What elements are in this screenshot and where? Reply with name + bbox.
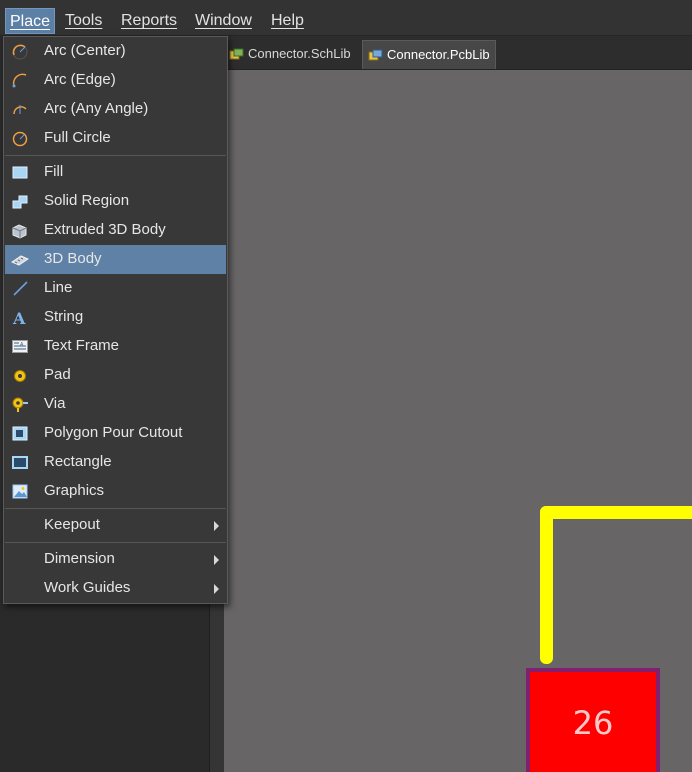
menu-item-graphics[interactable]: Graphics bbox=[5, 477, 226, 506]
menu-item-arc-edge[interactable]: Arc (Edge) bbox=[5, 66, 226, 95]
menu-item-rectangle[interactable]: Rectangle bbox=[5, 448, 226, 477]
menu-tools[interactable]: Tools bbox=[61, 8, 106, 34]
pad-icon bbox=[14, 370, 26, 382]
menu-item-full-circle[interactable]: Full Circle bbox=[5, 124, 226, 153]
menu-item-extruded-3d-body[interactable]: Extruded 3D Body bbox=[5, 216, 226, 245]
menu-item-label: String bbox=[44, 308, 84, 325]
polygon-pour-cutout-icon bbox=[12, 426, 28, 441]
menu-item-label: Rectangle bbox=[44, 453, 112, 470]
menu-separator bbox=[5, 155, 226, 156]
menu-item-label: Pad bbox=[44, 366, 71, 383]
menu-item-string[interactable]: A String bbox=[5, 303, 226, 332]
menu-item-polygon-pour-cutout[interactable]: Polygon Pour Cutout bbox=[5, 419, 226, 448]
menu-item-pad[interactable]: Pad bbox=[5, 361, 226, 390]
string-icon: A bbox=[12, 309, 26, 326]
place-menu-dropdown: Arc (Center) Arc (Edge) Arc (Any Angle) … bbox=[3, 36, 228, 604]
menu-item-label: Arc (Center) bbox=[44, 42, 126, 59]
menu-item-arc-center[interactable]: Arc (Center) bbox=[5, 37, 226, 66]
menu-window[interactable]: Window bbox=[191, 8, 256, 34]
svg-text:A: A bbox=[12, 309, 26, 326]
menu-item-label: Keepout bbox=[44, 516, 100, 533]
menu-item-via[interactable]: Via bbox=[5, 390, 226, 419]
pcb-editor-canvas[interactable]: 26 bbox=[224, 70, 692, 772]
arc-center-icon bbox=[12, 44, 28, 60]
menu-item-label: Fill bbox=[44, 163, 64, 180]
pcblib-doc-icon bbox=[368, 49, 383, 61]
menu-item-label: Full Circle bbox=[44, 129, 111, 146]
menu-place[interactable]: Place bbox=[5, 8, 56, 34]
track-horizontal[interactable] bbox=[540, 506, 692, 519]
menu-item-label: 3D Body bbox=[44, 250, 102, 267]
submenu-arrow-icon bbox=[214, 555, 219, 565]
menu-item-3d-body[interactable]: 3D Body bbox=[5, 245, 226, 274]
menu-item-label: Polygon Pour Cutout bbox=[44, 424, 183, 441]
tab-connector-pcblib[interactable]: Connector.PcbLib bbox=[362, 40, 496, 69]
menu-item-label: Graphics bbox=[44, 482, 105, 499]
text-frame-icon: A bbox=[12, 340, 28, 353]
smd-pad[interactable]: 26 bbox=[526, 668, 660, 772]
menu-item-label: Text Frame bbox=[44, 337, 120, 354]
menu-separator bbox=[5, 542, 226, 543]
menu-item-label: Work Guides bbox=[44, 579, 131, 596]
line-icon bbox=[13, 281, 28, 296]
pad-designator: 26 bbox=[572, 704, 614, 742]
extruded-3d-body-icon bbox=[12, 224, 27, 239]
tab-connector-schlib[interactable]: Connector.SchLib bbox=[224, 40, 351, 69]
menu-item-line[interactable]: Line bbox=[5, 274, 226, 303]
3d-body-icon bbox=[11, 255, 29, 266]
rectangle-icon bbox=[12, 456, 28, 469]
menu-item-text-frame[interactable]: A Text Frame bbox=[5, 332, 226, 361]
menu-item-work-guides[interactable]: Work Guides bbox=[5, 574, 226, 603]
arc-edge-icon bbox=[12, 73, 27, 88]
menu-item-label: Arc (Any Angle) bbox=[44, 100, 149, 117]
fill-icon bbox=[12, 166, 28, 179]
menu-reports[interactable]: Reports bbox=[117, 8, 181, 34]
tab-label: Connector.SchLib bbox=[248, 46, 351, 61]
schlib-doc-icon bbox=[229, 48, 244, 60]
menu-separator bbox=[5, 508, 226, 509]
graphics-icon bbox=[12, 484, 28, 499]
menu-item-label: Via bbox=[44, 395, 66, 412]
menu-item-dimension[interactable]: Dimension bbox=[5, 545, 226, 574]
document-tab-strip: Connector.SchLib Connector.PcbLib bbox=[210, 36, 692, 70]
menu-item-keepout[interactable]: Keepout bbox=[5, 511, 226, 540]
solid-region-icon bbox=[12, 195, 28, 209]
menu-item-label: Extruded 3D Body bbox=[44, 221, 166, 238]
arc-any-angle-icon bbox=[13, 105, 27, 115]
track-vertical[interactable] bbox=[540, 506, 553, 664]
svg-text:A: A bbox=[20, 342, 24, 348]
menu-help[interactable]: Help bbox=[267, 8, 308, 34]
menu-item-label: Arc (Edge) bbox=[44, 71, 116, 88]
tab-label: Connector.PcbLib bbox=[387, 47, 490, 62]
menu-item-fill[interactable]: Fill bbox=[5, 158, 226, 187]
menu-bar: Place Tools Reports Window Help bbox=[0, 0, 692, 36]
via-icon bbox=[12, 397, 28, 412]
menu-item-solid-region[interactable]: Solid Region bbox=[5, 187, 226, 216]
menu-item-label: Solid Region bbox=[44, 192, 130, 209]
submenu-arrow-icon bbox=[214, 584, 219, 594]
submenu-arrow-icon bbox=[214, 521, 219, 531]
full-circle-icon bbox=[12, 131, 28, 147]
menu-item-label: Dimension bbox=[44, 550, 115, 567]
menu-item-label: Line bbox=[44, 279, 73, 296]
menu-item-arc-any-angle[interactable]: Arc (Any Angle) bbox=[5, 95, 226, 124]
